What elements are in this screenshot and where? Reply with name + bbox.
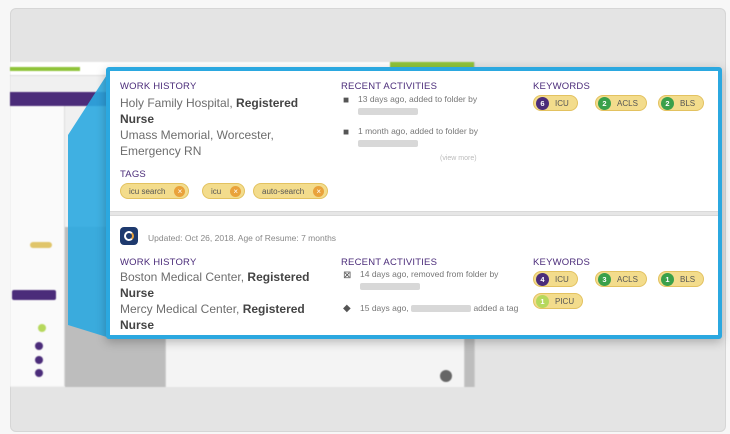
remove-tag-icon[interactable]: ×	[230, 185, 242, 197]
keyword-pill[interactable]: 6 ICU	[533, 95, 578, 111]
keyword-pill[interactable]: 4 ICU	[533, 271, 578, 287]
recent-activities-heading: RECENT ACTIVITIES	[341, 81, 438, 92]
activity-item: 14 days ago, removed from folder by	[360, 268, 520, 292]
tag-icon: ◆	[343, 303, 351, 314]
tag-pill[interactable]: icu ×	[202, 183, 246, 199]
recent-activities-heading: RECENT ACTIVITIES	[341, 257, 438, 268]
tag-pill[interactable]: icu search ×	[120, 183, 190, 199]
tags-heading: TAGS	[120, 169, 146, 180]
keywords-heading: KEYWORDS	[533, 81, 591, 92]
job-entry: Boston Medical Center, Registered Nurse	[120, 270, 310, 300]
job-entry: Mercy Medical Center, Registered Nurse	[120, 302, 305, 332]
activity-item: 1 month ago, added to folder by	[358, 125, 508, 149]
keyword-pill[interactable]: 1 PICU	[533, 293, 584, 309]
resume-source-logo-icon	[120, 227, 138, 245]
keyword-pill[interactable]: 2 BLS	[658, 95, 705, 111]
activity-item: 13 days ago, added to folder by	[358, 93, 508, 117]
keyword-pill[interactable]: 2 ACLS	[595, 95, 647, 111]
bg-search-button	[12, 290, 56, 300]
keyword-pill[interactable]: 3 ACLS	[595, 271, 647, 287]
folder-remove-icon: ⊠	[343, 270, 352, 281]
resume-updated-text: Updated: Oct 26, 2018. Age of Resume: 7 …	[148, 233, 337, 243]
work-history-heading: WORK HISTORY	[120, 257, 197, 268]
tag-pill[interactable]: auto-search ×	[253, 183, 329, 199]
candidate-divider	[110, 211, 718, 216]
activity-item: 15 days ago, added a tag	[360, 303, 519, 313]
folder-icon: ■	[343, 127, 350, 138]
keywords-heading: KEYWORDS	[533, 257, 591, 268]
bg-mini-card	[165, 334, 465, 387]
job-entry: Holy Family Hospital, Registered Nurse	[120, 96, 299, 126]
remove-tag-icon[interactable]: ×	[174, 185, 186, 197]
job-entry: Umass Memorial, Worcester, Emergency RN	[120, 128, 274, 158]
remove-tag-icon[interactable]: ×	[313, 185, 325, 197]
keyword-pill[interactable]: 1 BLS	[658, 271, 705, 287]
candidate-zoom-panel: WORK HISTORY Holy Family Hospital, Regis…	[106, 67, 722, 339]
work-history-heading: WORK HISTORY	[120, 81, 197, 92]
view-more-link[interactable]: (view more)	[440, 155, 477, 162]
bg-toolbar	[10, 92, 110, 106]
folder-icon: ■	[343, 95, 350, 106]
